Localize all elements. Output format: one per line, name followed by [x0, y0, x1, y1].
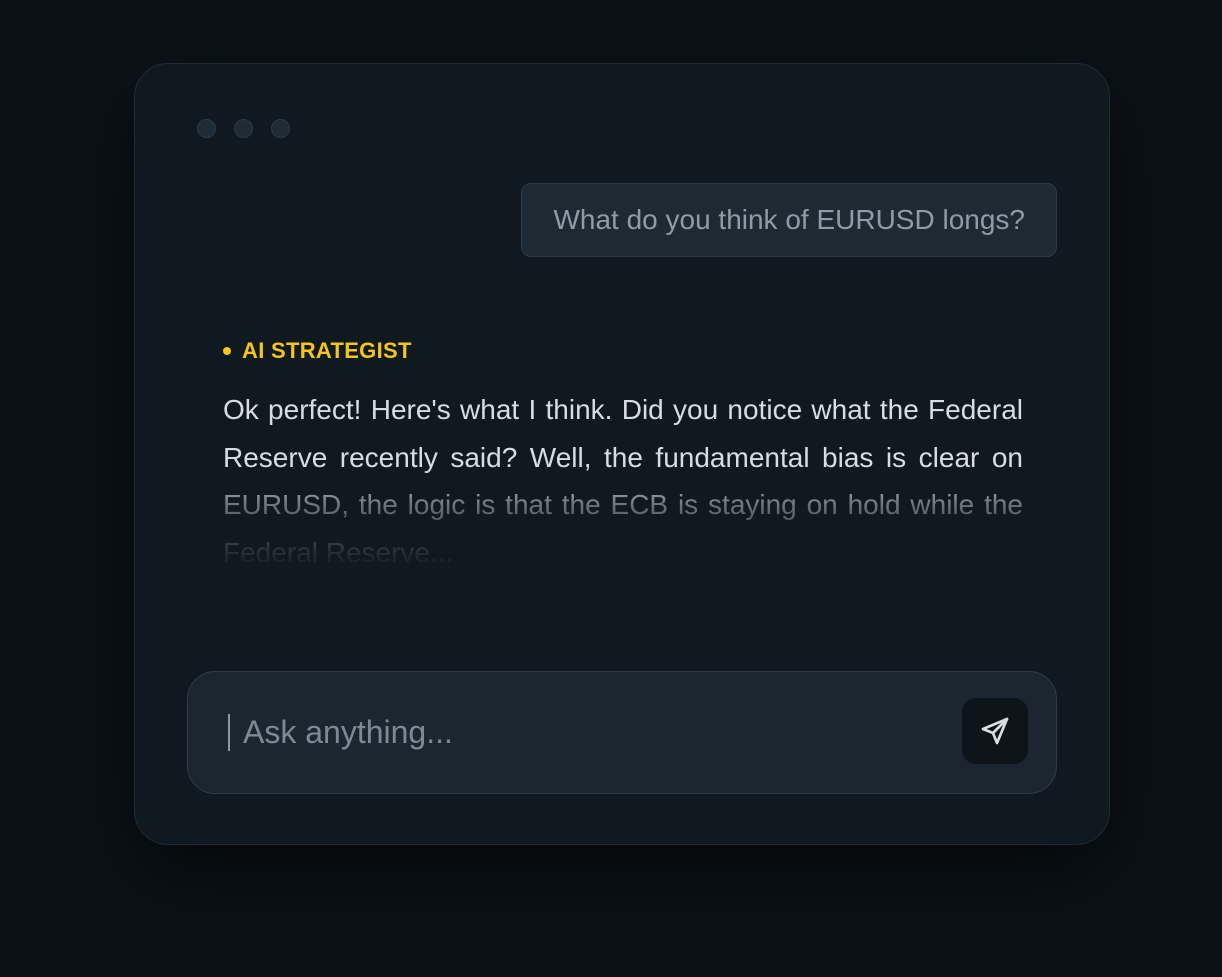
chat-window: What do you think of EURUSD longs? AI ST…	[134, 63, 1110, 845]
window-dot-minimize[interactable]	[234, 119, 253, 138]
chat-input[interactable]	[243, 672, 943, 792]
window-dot-maximize[interactable]	[271, 119, 290, 138]
user-message-text: What do you think of EURUSD longs?	[553, 204, 1025, 235]
assistant-label: AI STRATEGIST	[223, 338, 412, 364]
text-caret	[228, 714, 230, 751]
chat-composer[interactable]	[187, 671, 1057, 794]
window-dot-close[interactable]	[197, 119, 216, 138]
window-controls	[197, 119, 290, 138]
assistant-message-text: Ok perfect! Here's what I think. Did you…	[223, 394, 1023, 568]
assistant-label-text: AI STRATEGIST	[242, 338, 412, 363]
send-icon	[981, 717, 1009, 745]
send-button[interactable]	[962, 698, 1028, 764]
assistant-indicator-dot	[223, 347, 231, 355]
user-message-bubble: What do you think of EURUSD longs?	[521, 183, 1057, 257]
